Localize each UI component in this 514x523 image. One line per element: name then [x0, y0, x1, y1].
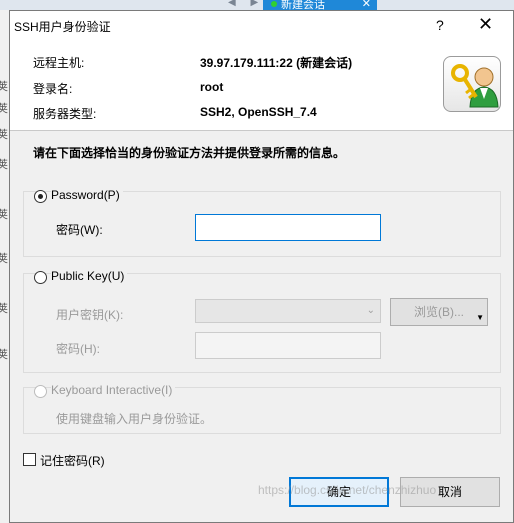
chevron-down-icon: ⌄: [366, 305, 375, 316]
connection-info-panel: 远程主机: 39.97.179.111:22 (新建会话) 登录名: root …: [10, 41, 513, 131]
user-key-icon: [443, 56, 501, 112]
ssh-auth-dialog: SSH用户身份验证 ? ✕ 远程主机: 39.97.179.111:22 (新建…: [9, 10, 514, 523]
help-button[interactable]: ?: [436, 17, 444, 33]
remember-password-label: 记住密码(R): [40, 454, 105, 468]
dialog-title: SSH用户身份验证: [14, 20, 111, 34]
browse-button-label: 浏览(B)...: [414, 305, 464, 319]
bg-edge-char: 荚: [0, 81, 8, 93]
password-radio-label: Password(P): [51, 188, 123, 202]
user-key-select[interactable]: ⌄: [195, 299, 381, 323]
user-key-label: 用户密钥(K):: [56, 308, 124, 322]
bg-edge-char: 荚: [0, 349, 8, 361]
server-type-value: SSH2, OpenSSH_7.4: [200, 105, 317, 119]
bg-edge-char: 荚: [0, 209, 8, 221]
bg-edge-char: 荚: [0, 303, 8, 315]
password-input[interactable]: [195, 214, 381, 241]
bg-edge-char: 荚: [0, 129, 8, 141]
bg-edge-char: 荚: [0, 159, 8, 171]
close-button[interactable]: ✕: [478, 14, 493, 35]
tab-close-icon[interactable]: ✕: [362, 0, 371, 10]
login-value: root: [200, 80, 224, 94]
dropdown-arrow-icon[interactable]: ▼: [476, 305, 484, 331]
instruction-text: 请在下面选择恰当的身份验证方法并提供登录所需的信息。: [33, 146, 346, 160]
keyboard-description: 使用键盘输入用户身份验证。: [56, 412, 213, 426]
remote-host-label: 远程主机:: [33, 56, 85, 70]
ok-button[interactable]: 确定: [289, 477, 389, 507]
status-dot-icon: [271, 1, 277, 7]
keyboard-radio-indicator[interactable]: [34, 385, 47, 398]
background-app-strip: ◀ ▶ 新建会话 ✕: [0, 0, 514, 10]
password-label: 密码(W):: [56, 223, 103, 237]
publickey-radio-indicator[interactable]: [34, 271, 47, 284]
remote-host-value: 39.97.179.111:22 (新建会话): [200, 56, 353, 70]
session-tab[interactable]: 新建会话 ✕: [263, 0, 377, 10]
bg-edge-char: 荚: [0, 253, 8, 265]
publickey-radio-label: Public Key(U): [51, 269, 128, 283]
remember-password-box[interactable]: [23, 453, 36, 466]
title-bar: SSH用户身份验证 ? ✕: [10, 11, 513, 41]
passphrase-input[interactable]: [195, 332, 381, 359]
passphrase-label: 密码(H):: [56, 342, 100, 356]
browse-button[interactable]: 浏览(B)... ▼: [390, 298, 488, 326]
cancel-button[interactable]: 取消: [400, 477, 500, 507]
nav-arrows: ◀ ▶: [228, 0, 265, 8]
keyboard-radio-label: Keyboard Interactive(I): [51, 383, 176, 397]
password-radio-indicator[interactable]: [34, 190, 47, 203]
server-type-label: 服务器类型:: [33, 107, 97, 121]
bg-edge-char: 荚: [0, 103, 8, 115]
session-tab-label: 新建会话: [281, 0, 325, 10]
login-label: 登录名:: [33, 82, 73, 96]
